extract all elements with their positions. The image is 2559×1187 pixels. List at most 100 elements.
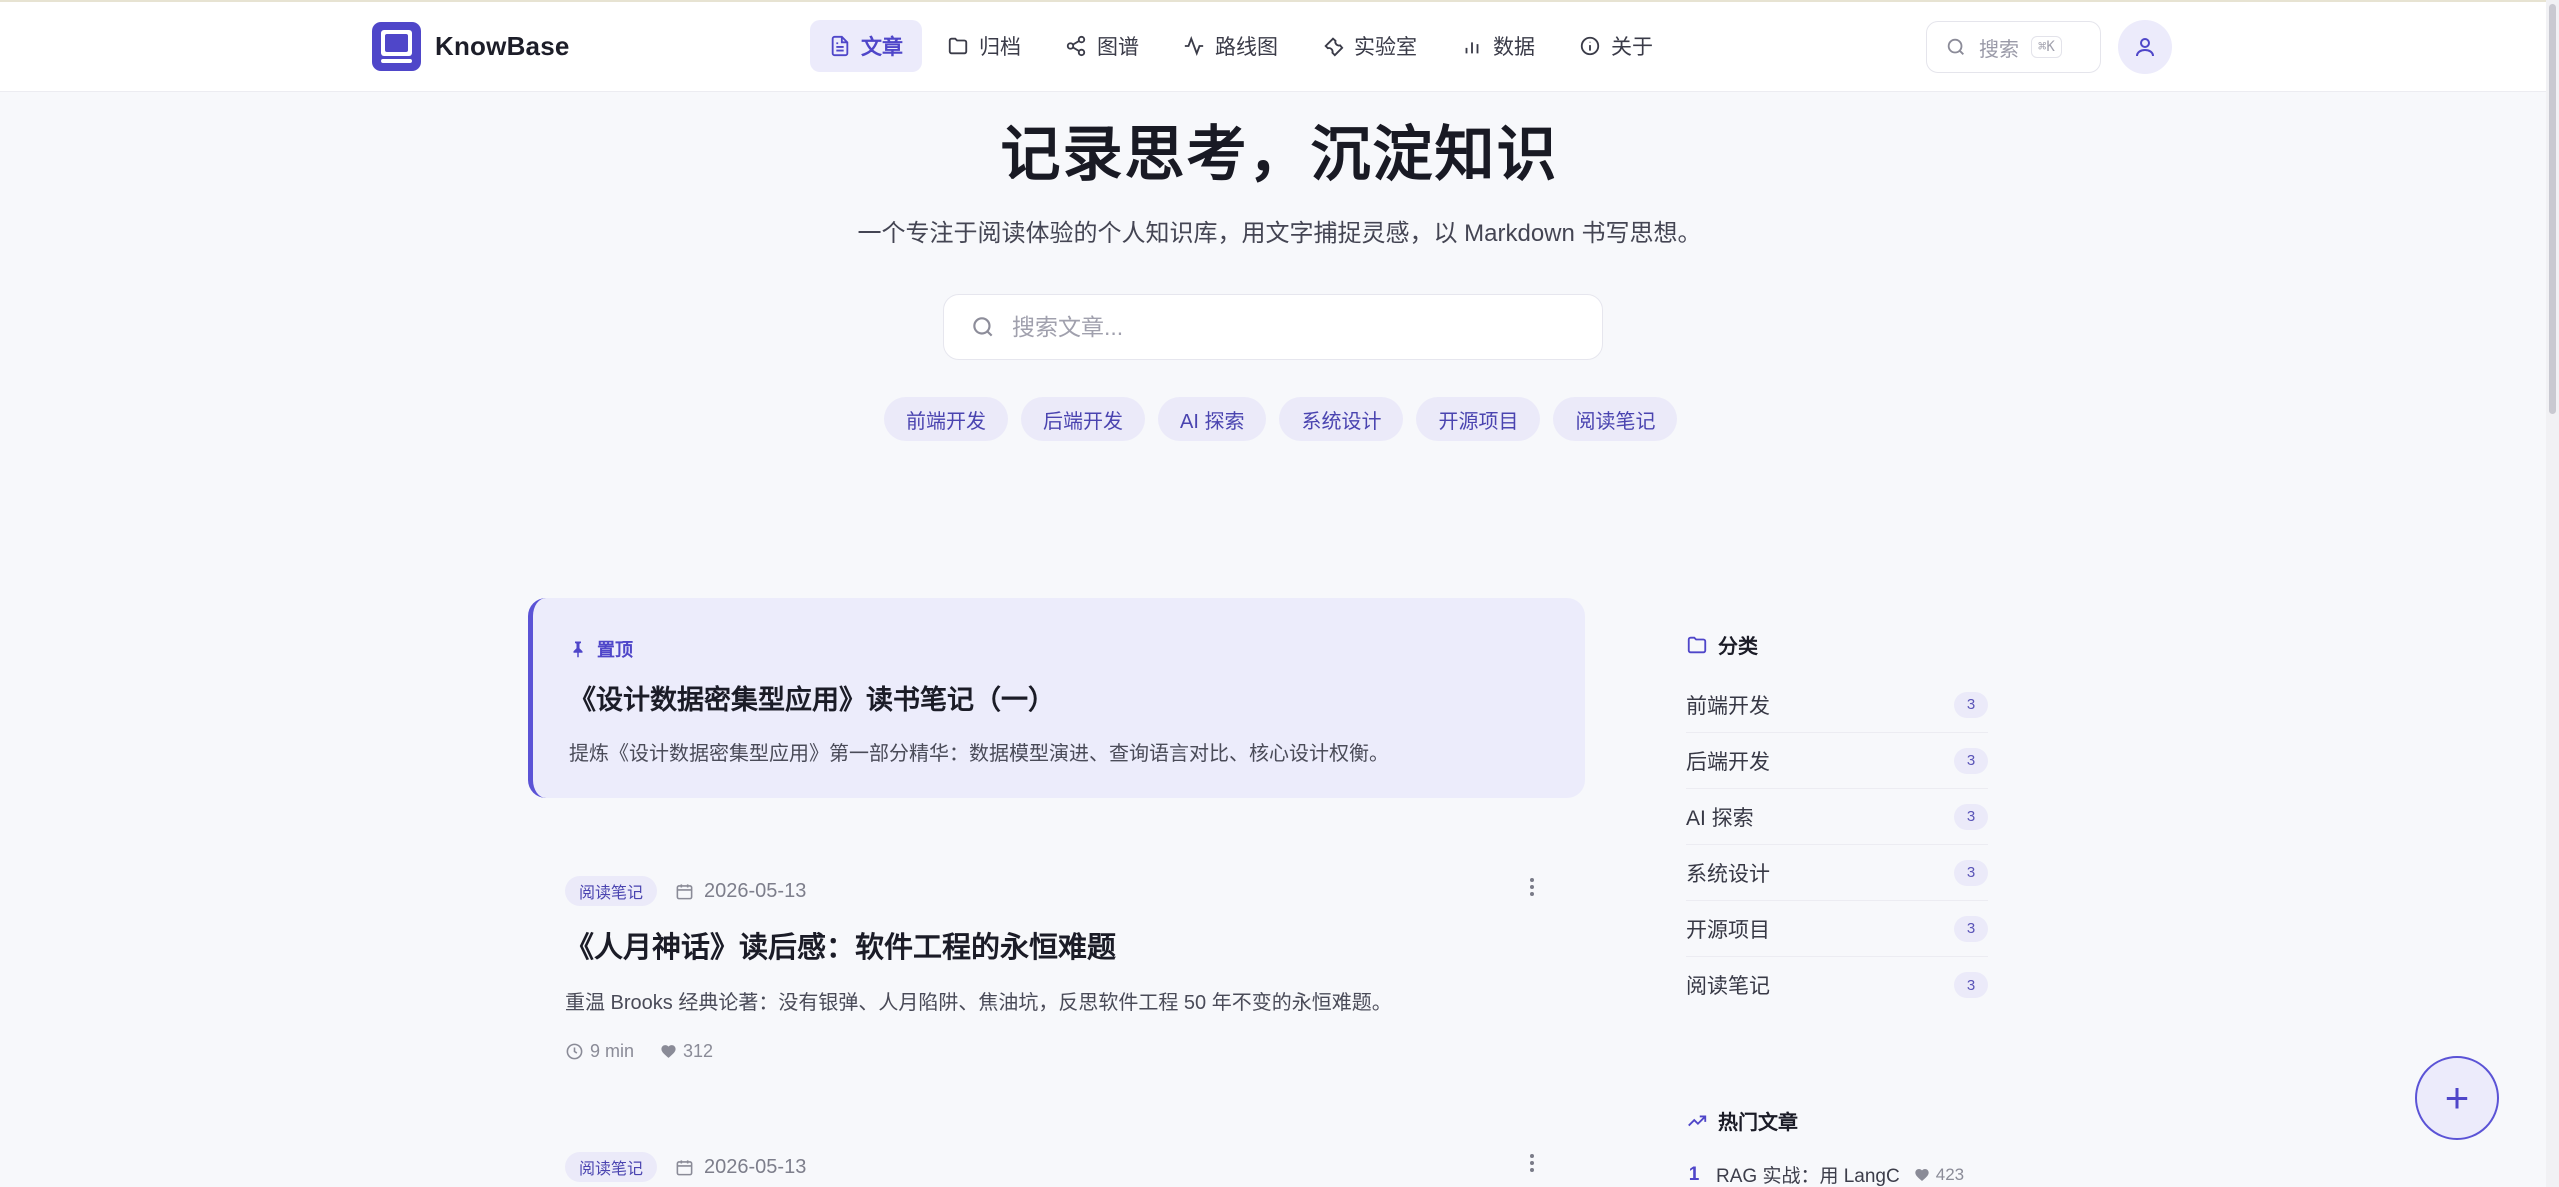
category-list: 前端开发 3 后端开发 3 AI 探索 3 系统设计 3 开源项目 3 阅读笔记 3: [1686, 677, 1988, 1013]
article-date-text: 2026-05-13: [704, 879, 807, 902]
category-item-frontend[interactable]: 前端开发 3: [1686, 677, 1988, 733]
article-meta: 阅读笔记 2026-05-13: [565, 876, 1565, 906]
nav-item-roadmap[interactable]: 路线图: [1164, 20, 1297, 72]
search-icon: [973, 317, 993, 337]
article-category-chip[interactable]: 阅读笔记: [565, 1152, 658, 1182]
clock-icon: [566, 1043, 583, 1060]
read-time-text: 9 min: [590, 1041, 635, 1061]
hot-likes: 423: [1914, 1165, 1964, 1185]
article-date-text: 2026-05-13: [704, 1155, 807, 1178]
file-text-icon: [831, 35, 849, 57]
tag-backend[interactable]: 后端开发: [1021, 397, 1145, 441]
trending-up-icon: [1688, 1115, 1707, 1126]
wrench-icon: [1324, 37, 1344, 57]
page-scrollbar[interactable]: [2546, 0, 2559, 1187]
category-count: 3: [1954, 915, 1988, 942]
article-search-box[interactable]: [943, 294, 1603, 360]
category-count: 3: [1954, 972, 1988, 998]
category-item-reading-notes[interactable]: 阅读笔记 3: [1686, 957, 1988, 1013]
category-name: 系统设计: [1686, 862, 1770, 886]
hot-likes-text: 423: [1935, 1164, 1965, 1184]
hot-rank: 1: [1688, 1163, 1700, 1185]
article-stats: 9 min 312: [565, 1041, 1565, 1062]
heart-icon: [1915, 1168, 1929, 1181]
pinned-title[interactable]: 《设计数据密集型应用》读书笔记（一）: [569, 678, 1585, 717]
article-meta: 阅读笔记 2026-05-13: [565, 1152, 1565, 1182]
nav-item-lab[interactable]: 实验室: [1303, 20, 1436, 72]
category-item-backend[interactable]: 后端开发 3: [1686, 733, 1988, 789]
user-icon: [2136, 38, 2154, 57]
main-nav: 文章 归档 图谱 路线图 实验室 数据 关于: [810, 20, 1672, 72]
sidebar-hot-articles: 热门文章 1 RAG 实战：用 LangC 423: [1686, 1106, 1988, 1187]
category-count: 3: [1954, 747, 1988, 774]
category-name: AI 探索: [1686, 806, 1754, 830]
tag-system-design[interactable]: 系统设计: [1279, 397, 1404, 441]
nav-item-about[interactable]: 关于: [1560, 20, 1672, 72]
category-item-ai[interactable]: AI 探索 3: [1686, 789, 1988, 845]
nav-label: 归档: [979, 36, 1021, 59]
pinned-description: 提炼《设计数据密集型应用》第一部分精华：数据模型演进、查询语言对比、核心设计权衡…: [569, 743, 1389, 765]
hero-title: 记录思考，沉淀知识: [1000, 120, 1559, 190]
tag-frontend[interactable]: 前端开发: [884, 397, 1008, 441]
book-icon: [372, 22, 421, 71]
category-count: 3: [1954, 691, 1988, 718]
categories-title: 分类: [1718, 636, 1758, 658]
category-name: 开源项目: [1686, 918, 1770, 942]
like-count-text: 312: [683, 1041, 714, 1061]
hot-article-title: RAG 实战：用 LangC: [1716, 1166, 1900, 1187]
more-options-icon[interactable]: [1529, 878, 1535, 896]
article-search-input[interactable]: [1012, 313, 1572, 341]
header-search-placeholder: 搜索: [1979, 38, 2019, 61]
tag-reading-notes[interactable]: 阅读笔记: [1553, 397, 1678, 441]
category-count: 3: [1954, 859, 1988, 886]
share-graph-icon: [1066, 35, 1086, 57]
article-description: 重温 Brooks 经典论著：没有银弹、人月陷阱、焦油坑，反思软件工程 50 年…: [565, 992, 1392, 1014]
nav-label: 文章: [861, 36, 903, 59]
article-card[interactable]: 阅读笔记 2026-05-13 《人月神话》读后感：软件工程的永恒难题 重温 B…: [565, 876, 1565, 1062]
folder-icon: [948, 37, 968, 55]
nav-item-data[interactable]: 数据: [1442, 20, 1554, 72]
pinned-badge: 置顶: [569, 636, 1585, 662]
hot-article-item[interactable]: 1 RAG 实战：用 LangC 423: [1686, 1161, 1988, 1187]
nav-item-graph[interactable]: 图谱: [1046, 20, 1158, 72]
tag-open-source[interactable]: 开源项目: [1416, 397, 1541, 441]
category-count: 3: [1954, 803, 1988, 830]
shortcut-badge: ⌘K: [2031, 36, 2062, 58]
new-article-button[interactable]: +: [2415, 1056, 2499, 1140]
pinned-label: 置顶: [597, 640, 633, 660]
like-count[interactable]: 312: [660, 1041, 713, 1062]
read-time: 9 min: [565, 1041, 634, 1062]
category-name: 阅读笔记: [1686, 975, 1770, 998]
user-avatar-button[interactable]: [2118, 20, 2172, 74]
search-icon: [1947, 38, 1964, 55]
nav-item-articles[interactable]: 文章: [810, 20, 922, 72]
scrollbar-thumb[interactable]: [2549, 4, 2556, 414]
nav-label: 数据: [1493, 36, 1535, 59]
article-category-chip[interactable]: 阅读笔记: [565, 876, 658, 906]
top-header: KnowBase 文章 归档 图谱 路线图 实验室 数据 关于 搜索 ⌘K: [0, 2, 2559, 92]
header-search-button[interactable]: 搜索 ⌘K: [1926, 21, 2101, 73]
article-date: 2026-05-13: [675, 880, 806, 903]
category-name: 前端开发: [1686, 694, 1770, 718]
tag-ai[interactable]: AI 探索: [1158, 397, 1267, 441]
plus-icon: +: [2444, 1074, 2470, 1121]
category-item-open-source[interactable]: 开源项目 3: [1686, 901, 1988, 957]
nav-label: 关于: [1611, 36, 1653, 59]
categories-heading: 分类: [1686, 630, 1988, 659]
nav-item-archive[interactable]: 归档: [928, 20, 1040, 72]
article-card[interactable]: 阅读笔记 2026-05-13: [565, 1152, 1565, 1182]
hot-title: 热门文章: [1718, 1112, 1798, 1134]
category-item-system-design[interactable]: 系统设计 3: [1686, 845, 1988, 901]
nav-label: 路线图: [1215, 36, 1278, 59]
nav-label: 图谱: [1097, 36, 1139, 59]
article-title[interactable]: 《人月神话》读后感：软件工程的永恒难题: [565, 924, 1565, 966]
brand-logo[interactable]: KnowBase: [372, 22, 570, 71]
activity-icon: [1184, 36, 1204, 56]
article-date: 2026-05-13: [675, 1156, 806, 1179]
info-icon: [1580, 36, 1600, 56]
more-options-icon[interactable]: [1529, 1154, 1535, 1172]
pinned-article-card[interactable]: 置顶 《设计数据密集型应用》读书笔记（一） 提炼《设计数据密集型应用》第一部分精…: [528, 598, 1585, 798]
nav-label: 实验室: [1354, 36, 1417, 59]
category-tags: 前端开发 后端开发 AI 探索 系统设计 开源项目 阅读笔记: [884, 397, 1678, 441]
hot-heading: 热门文章: [1686, 1106, 1988, 1135]
